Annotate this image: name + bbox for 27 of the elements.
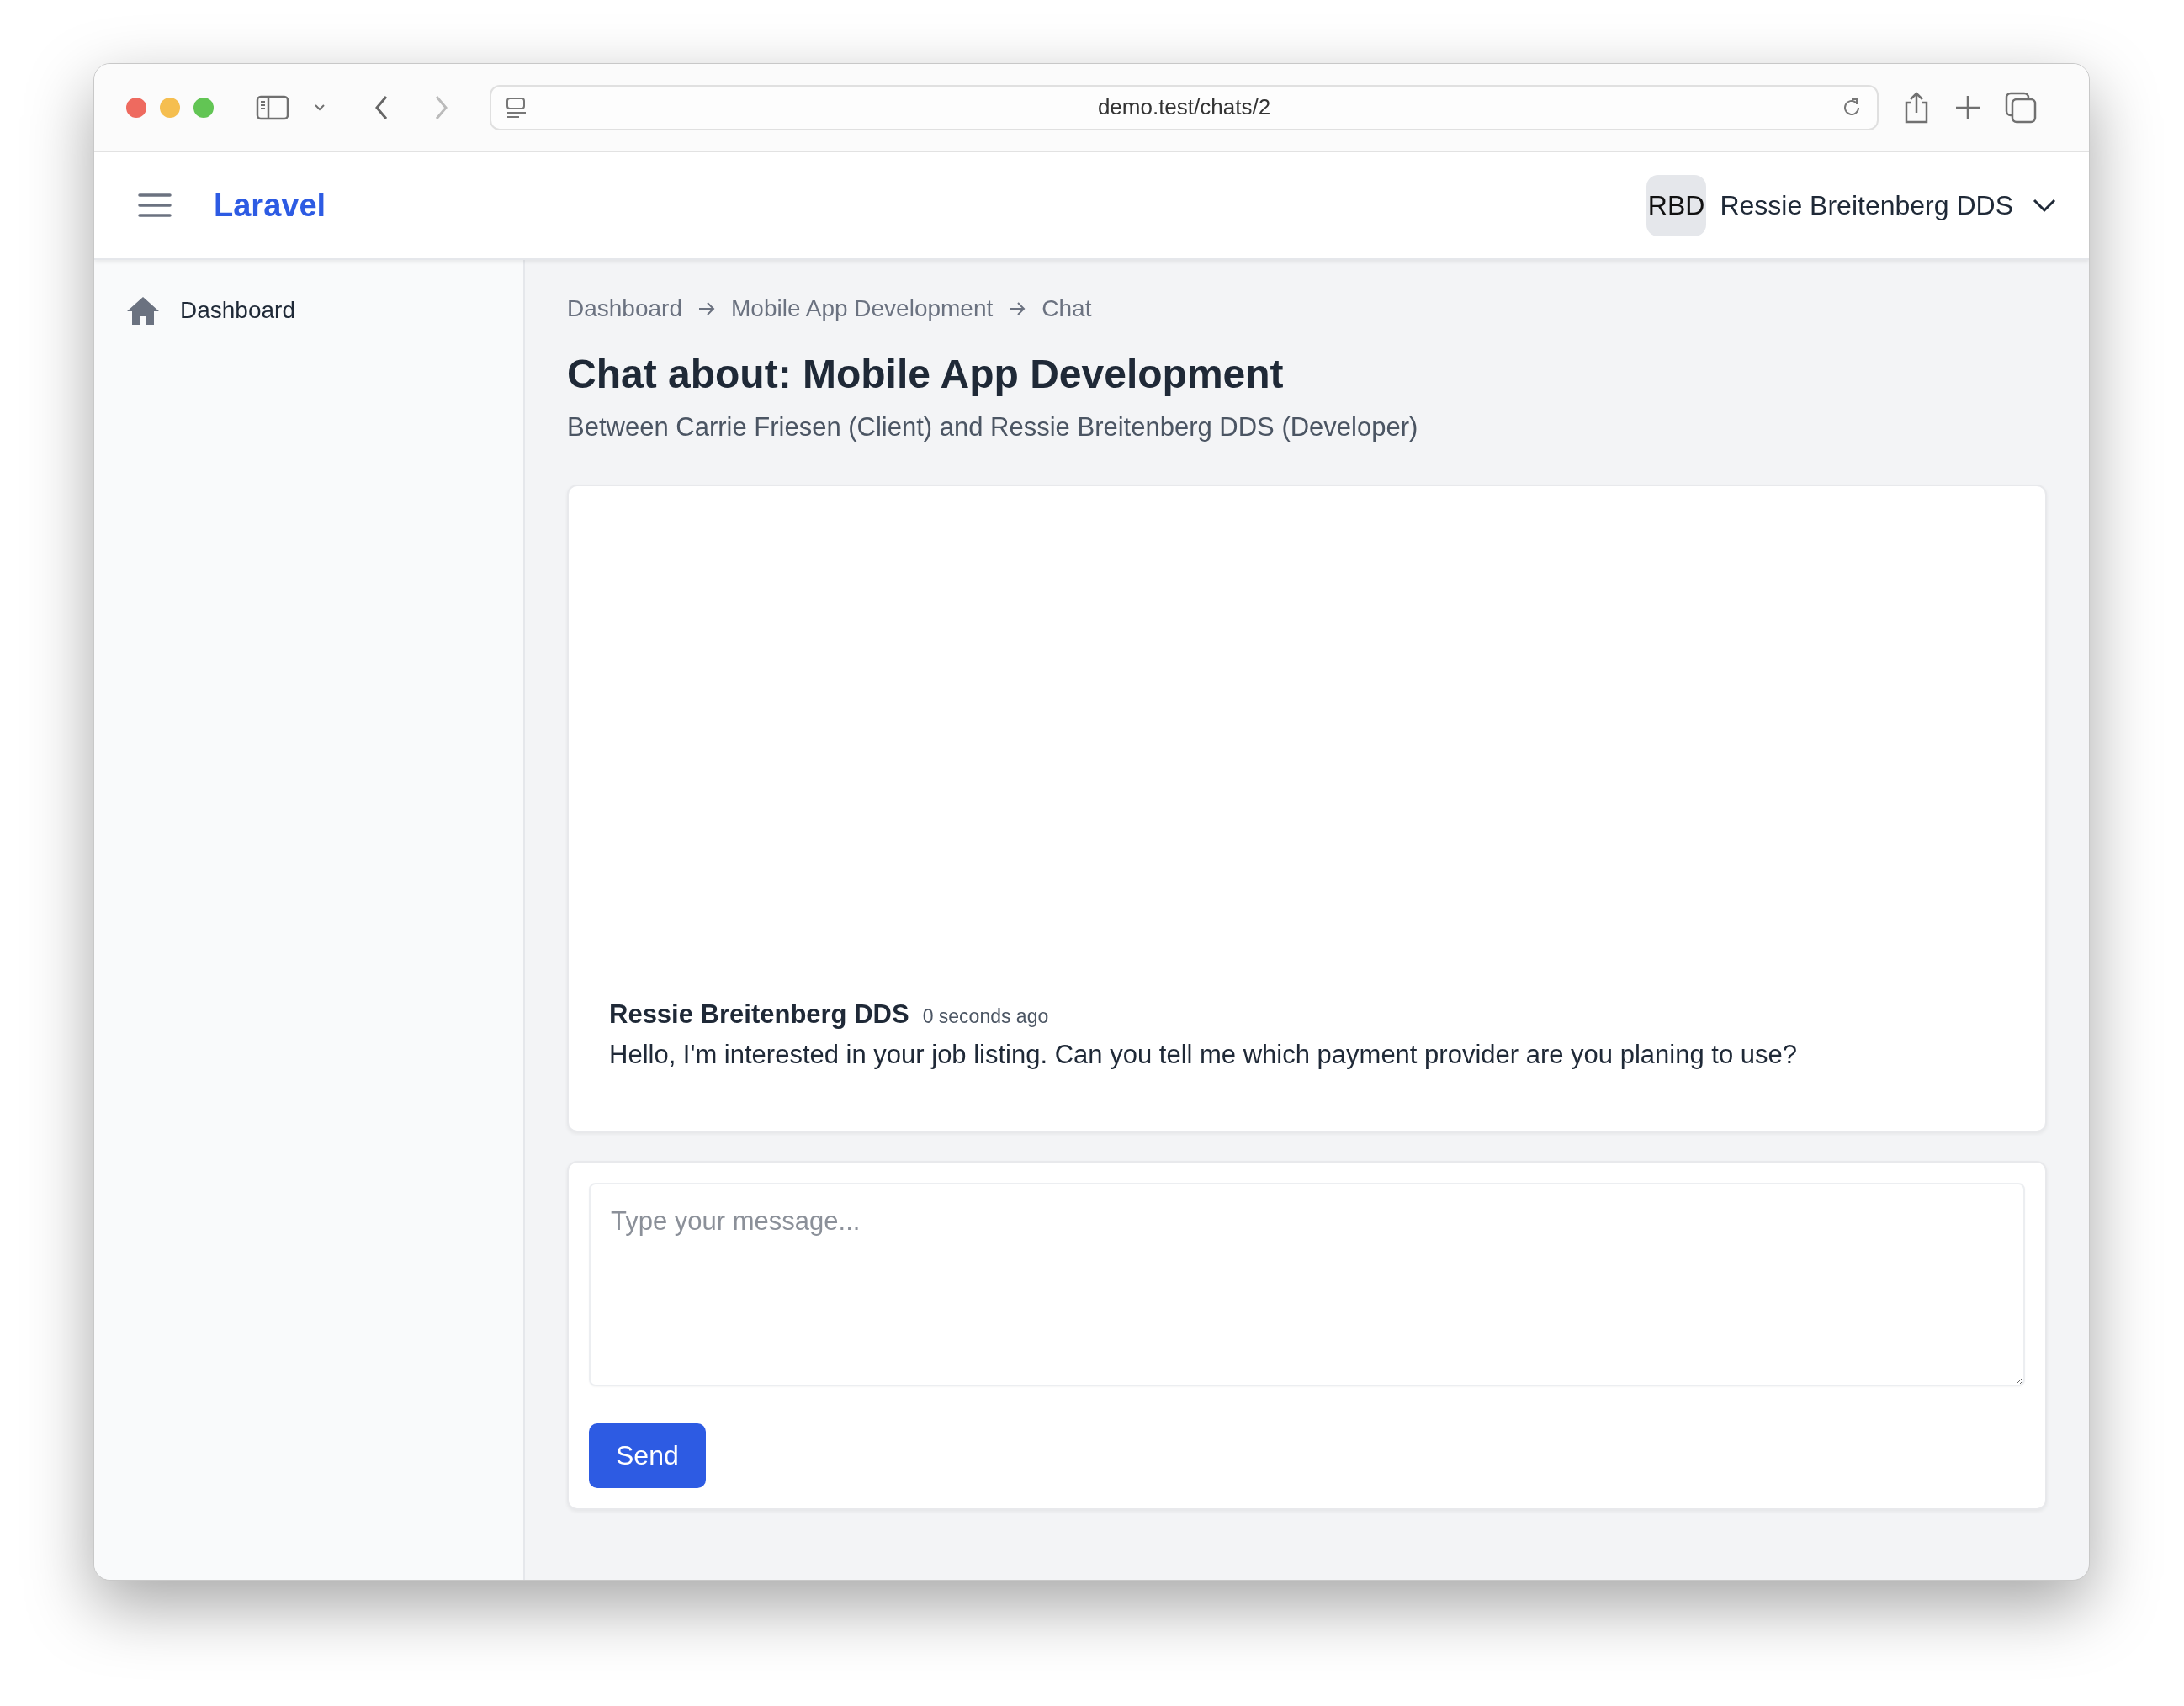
url-text: demo.test/chats/2	[1096, 94, 1272, 120]
avatar-initials: RBD	[1646, 174, 1707, 236]
tabs-overview-icon[interactable]	[2005, 91, 2037, 124]
message-text: Hello, I'm interested in your job listing. Can you tell me which payment provider are you planing to use?	[609, 1040, 1798, 1070]
user-menu[interactable]: RBD Ressie Breitenberg DDS	[1646, 174, 2057, 236]
page-icon	[505, 95, 528, 119]
close-button[interactable]	[126, 97, 146, 118]
breadcrumb-link[interactable]: Dashboard	[567, 295, 682, 322]
sidebar-item[interactable]: Dashboard	[126, 295, 491, 326]
send-button[interactable]: Send	[589, 1423, 706, 1488]
breadcrumb-link[interactable]: Mobile App Development	[731, 295, 994, 322]
user-name: Ressie Breitenberg DDS	[1720, 189, 2013, 221]
menu-icon[interactable]	[138, 193, 172, 218]
address-bar[interactable]: demo.test/chats/2	[490, 84, 1879, 130]
message-time: 0 seconds ago	[922, 1005, 1049, 1028]
page-subtitle: Between Carrie Friesen (Client) and Ressie Breitenberg DDS (Developer)	[567, 412, 1419, 442]
sidebar-toggle-icon[interactable]	[256, 93, 289, 121]
chevron-down-icon[interactable]	[313, 102, 326, 113]
message-author: Ressie Breitenberg DDS	[609, 999, 909, 1030]
message-input[interactable]: Type your message...	[589, 1183, 2025, 1386]
plus-icon[interactable]	[1954, 93, 1981, 121]
chevron-down-icon	[2032, 197, 2057, 214]
page-title: Chat about: Mobile App Development	[567, 351, 1285, 397]
home-icon	[126, 295, 160, 326]
arrow-right-icon	[697, 301, 716, 316]
arrow-right-icon	[1008, 301, 1027, 316]
brand-link[interactable]: Laravel	[214, 187, 326, 224]
